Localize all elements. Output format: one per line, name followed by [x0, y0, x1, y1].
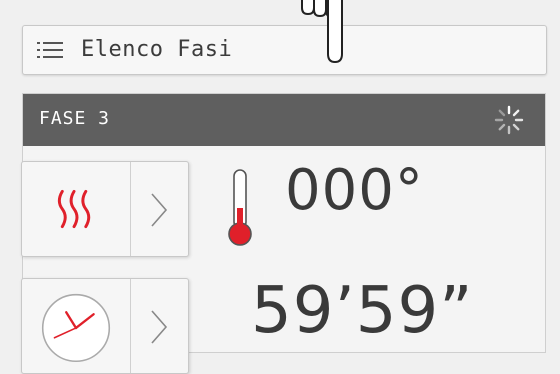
heating-icon: [57, 189, 91, 229]
thermometer-icon: [228, 169, 252, 246]
list-icon: [37, 42, 63, 58]
clock-icon: [41, 293, 111, 363]
hand-pointer-icon: [301, 0, 343, 63]
loading-spinner-icon: [494, 105, 524, 135]
phase-list-bar[interactable]: Elenco Fasi: [22, 25, 547, 75]
phase-list-title: Elenco Fasi: [81, 37, 233, 62]
timer-mode-button[interactable]: [21, 278, 189, 374]
phase-header: FASE 3: [23, 94, 545, 146]
heating-mode-button[interactable]: [21, 161, 189, 257]
phase-panel: FASE 3 000° 59’59”: [21, 93, 546, 374]
chevron-right-icon[interactable]: [148, 192, 170, 228]
phase-title: FASE 3: [39, 108, 111, 129]
chevron-right-icon[interactable]: [148, 309, 170, 345]
timer-value: 59’59”: [251, 274, 474, 348]
divider: [130, 162, 131, 256]
temperature-value: 000°: [285, 158, 424, 223]
divider: [130, 279, 131, 373]
